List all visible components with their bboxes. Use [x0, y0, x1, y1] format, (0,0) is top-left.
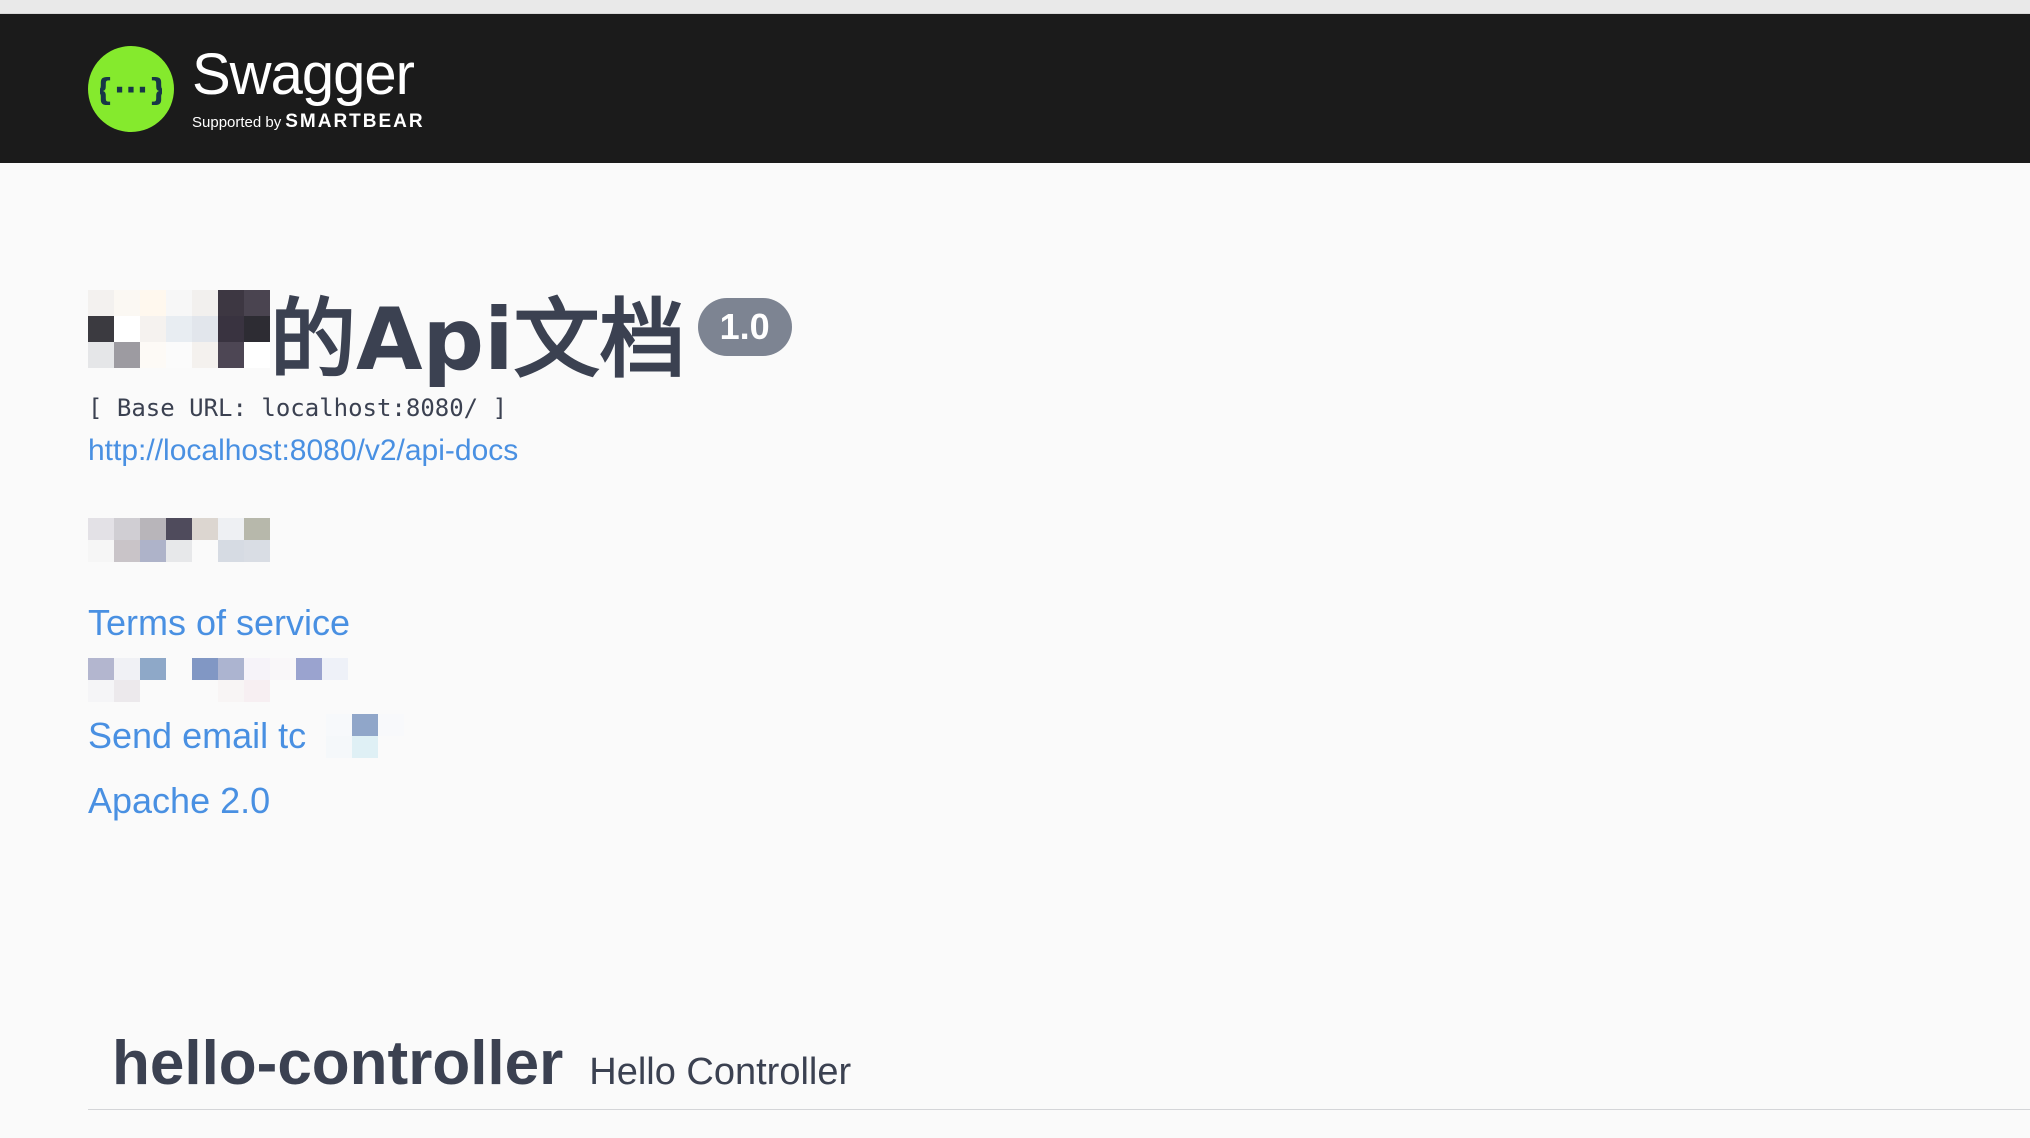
api-title-row: 的Api文档 1.0: [88, 290, 792, 390]
version-badge: 1.0: [697, 298, 792, 356]
base-url: [ Base URL: localhost:8080/ ]: [88, 394, 508, 422]
svg-text:{···}: {···}: [100, 73, 162, 108]
logo-subtitle: Supported by SMARTBEAR: [192, 111, 425, 133]
tag-hello-controller[interactable]: hello-controller Hello Controller: [88, 1018, 2030, 1110]
redacted-title-prefix: [88, 290, 270, 368]
email-row: Send email tc: [88, 714, 792, 758]
topbar: {···} Swagger Supported bySMARTBEAR: [0, 14, 2030, 163]
send-email-link[interactable]: Send email tc: [88, 715, 306, 757]
tag-name: hello-controller: [112, 1029, 564, 1098]
swagger-logo[interactable]: {···} Swagger Supported bySMARTBEAR: [88, 41, 425, 133]
license-link[interactable]: Apache 2.0: [88, 780, 792, 822]
logo-supported-text: Supported by: [192, 113, 282, 131]
terms-of-service-link[interactable]: Terms of service: [88, 602, 792, 644]
api-title: 的Api文档: [270, 290, 686, 390]
logo-title: Swagger: [192, 41, 415, 107]
logo-brand-text: SMARTBEAR: [285, 110, 425, 132]
window-top-border: [0, 0, 2030, 14]
tag-description: Hello Controller: [589, 1051, 852, 1093]
redacted-email: [326, 714, 405, 758]
redacted-description: [88, 518, 792, 562]
redacted-contact-link: [88, 658, 792, 702]
api-docs-link[interactable]: http://localhost:8080/v2/api-docs: [88, 434, 792, 468]
swagger-braces-icon: {···}: [88, 45, 174, 132]
api-info: 的Api文档 1.0 [ Base URL: localhost:8080/ ]…: [88, 290, 792, 822]
